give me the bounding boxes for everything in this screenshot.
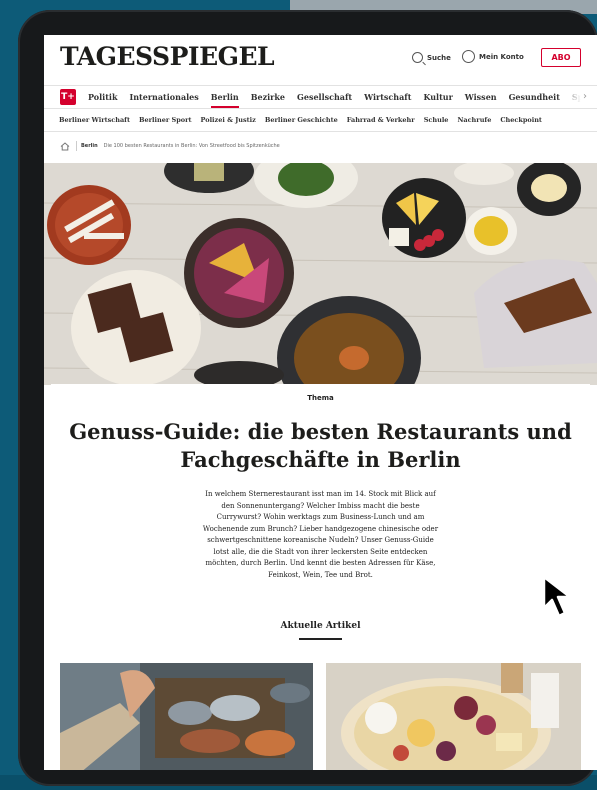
section-underline <box>299 638 342 640</box>
nav-fade <box>557 86 597 108</box>
section-heading: Aktuelle Artikel <box>280 621 361 631</box>
nav-item-bezirke[interactable]: Bezirke <box>251 92 285 102</box>
article-card: Thema Genuss-Guide: die besten Restauran… <box>51 384 590 655</box>
breadcrumb: Berlin Die 100 besten Restaurants in Ber… <box>44 133 597 159</box>
subnav-item[interactable]: Berliner Geschichte <box>265 116 338 124</box>
primary-nav: T+ Politik Internationales Berlin Bezirke Ge… <box>44 85 597 109</box>
article-thumbnail[interactable] <box>60 663 313 770</box>
search-label: Suche <box>427 53 451 62</box>
home-icon[interactable] <box>60 141 70 151</box>
abo-button[interactable]: ABO <box>541 48 581 67</box>
account-label: Mein Konto <box>479 52 524 61</box>
subnav-item[interactable]: Polizei & Justiz <box>201 116 256 124</box>
subnav-item[interactable]: Berliner Wirtschaft <box>59 116 130 124</box>
breadcrumb-page: Die 100 besten Restaurants in Berlin: Vo… <box>103 143 280 149</box>
nav-item-gesundheit[interactable]: Gesundheit <box>509 92 560 102</box>
mouse-cursor-icon <box>541 574 587 624</box>
breadcrumb-divider <box>76 141 77 151</box>
site-header: TAGESSPIEGEL Suche Mein Konto ABO <box>44 35 597 83</box>
chevron-right-icon[interactable]: › <box>583 91 587 102</box>
subnav-item[interactable]: Berliner Sport <box>139 116 192 124</box>
user-icon <box>462 50 475 63</box>
subnav-item[interactable]: Nachrufe <box>457 116 491 124</box>
article-title: Genuss-Guide: die besten Restaurants und… <box>69 419 572 472</box>
subnav-item[interactable]: Fahrrad & Verkehr <box>347 116 415 124</box>
nav-item-gesellschaft[interactable]: Gesellschaft <box>297 92 352 102</box>
breadcrumb-section[interactable]: Berlin <box>81 143 98 149</box>
primary-nav-list: Politik Internationales Berlin Bezirke Gesel… <box>88 86 597 108</box>
browser-screen: TAGESSPIEGEL Suche Mein Konto ABO T+ Pol… <box>44 35 597 770</box>
site-logo[interactable]: TAGESSPIEGEL <box>60 42 275 71</box>
account-button[interactable]: Mein Konto <box>462 50 524 63</box>
nav-item-wissen[interactable]: Wissen <box>465 92 497 102</box>
seafood-market-image <box>60 663 313 770</box>
article-thumbnail[interactable] <box>326 663 581 770</box>
secondary-nav: Berliner Wirtschaft Berliner Sport Polizei… <box>44 109 597 132</box>
tplus-badge[interactable]: T+ <box>60 89 76 105</box>
search-icon <box>412 52 423 63</box>
hero-image <box>44 163 597 385</box>
article-kicker: Thema <box>307 394 334 402</box>
search-button[interactable]: Suche <box>412 52 451 63</box>
nav-item-internationales[interactable]: Internationales <box>130 92 199 102</box>
nav-item-berlin[interactable]: Berlin <box>210 92 239 108</box>
food-table-illustration <box>44 163 597 385</box>
secondary-nav-list: Berliner Wirtschaft Berliner Sport Polizei… <box>44 109 597 131</box>
nav-item-wirtschaft[interactable]: Wirtschaft <box>364 92 411 102</box>
nav-item-politik[interactable]: Politik <box>88 92 118 102</box>
nav-item-kultur[interactable]: Kultur <box>423 92 452 102</box>
subnav-item[interactable]: Checkpoint <box>500 116 542 124</box>
subnav-item[interactable]: Schule <box>424 116 449 124</box>
article-lead: In welchem Sternerestaurant isst man im … <box>202 490 439 579</box>
cheese-platter-image <box>326 663 581 770</box>
